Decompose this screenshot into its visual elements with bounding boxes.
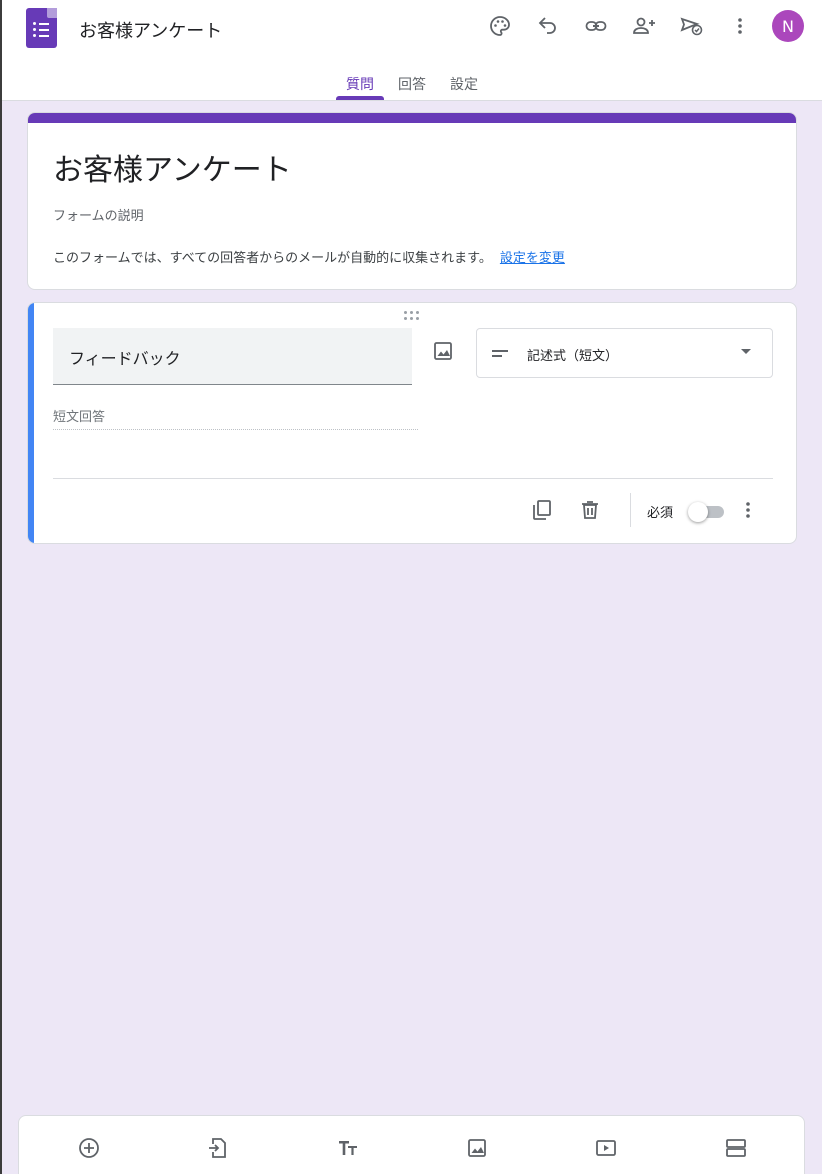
email-notice-text: このフォームでは、すべての回答者からのメールが自動的に収集されます。 [53,251,492,266]
question-footer-divider [53,478,773,479]
document-title[interactable]: お客様アンケート [79,17,222,43]
question-title-text: フィードバック [69,349,181,368]
tab-settings[interactable]: 設定 [450,74,478,94]
add-image-block-icon[interactable] [465,1136,489,1160]
question-more-icon[interactable] [736,498,760,522]
avatar[interactable]: N [772,10,804,42]
active-tab-indicator [336,96,384,100]
required-toggle[interactable] [688,502,726,522]
form-description-field[interactable]: フォームの説明 [53,205,144,224]
question-title-input[interactable]: フィードバック [53,328,412,385]
add-image-icon[interactable] [431,339,455,363]
form-header-card[interactable]: お客様アンケート フォームの説明 このフォームでは、すべての回答者からのメールが… [27,112,797,290]
tab-responses[interactable]: 回答 [398,74,426,94]
chevron-down-icon [741,349,751,354]
link-icon[interactable] [580,10,612,42]
top-app-bar: お客様アンケート N 質問 回答 設定 [2,0,822,101]
import-question-icon[interactable] [206,1136,230,1160]
add-video-icon[interactable] [594,1136,618,1160]
active-question-indicator [28,303,34,543]
add-collaborator-icon[interactable] [628,10,660,42]
add-section-icon[interactable] [724,1136,748,1160]
question-type-label: 記述式（短文） [527,349,619,364]
footer-vertical-divider [630,493,631,527]
required-label: 必須 [647,506,674,521]
add-question-icon[interactable] [77,1136,101,1160]
google-forms-logo-icon[interactable] [26,8,57,48]
form-title[interactable]: お客様アンケート [53,145,292,189]
email-collection-notice: このフォームでは、すべての回答者からのメールが自動的に収集されます。 設定を変更 [53,247,565,266]
send-icon[interactable] [676,10,708,42]
add-title-icon[interactable] [336,1136,360,1160]
delete-icon[interactable] [578,498,602,522]
change-settings-link[interactable]: 設定を変更 [500,251,565,266]
tab-bar: 質問 回答 設定 [2,70,822,100]
window-edge [0,0,2,1174]
short-answer-icon [491,345,509,361]
short-answer-placeholder: 短文回答 [53,406,418,430]
undo-icon[interactable] [532,10,564,42]
header-accent-strip [28,113,796,123]
question-type-dropdown[interactable]: 記述式（短文） [476,328,773,378]
more-vert-icon[interactable] [724,10,756,42]
drag-handle-icon[interactable] [404,311,422,321]
bottom-question-toolbar [18,1115,805,1174]
duplicate-icon[interactable] [530,498,554,522]
tab-questions[interactable]: 質問 [346,74,374,94]
palette-icon[interactable] [484,10,516,42]
question-card[interactable]: フィードバック 記述式（短文） 短文回答 必須 [27,302,797,544]
